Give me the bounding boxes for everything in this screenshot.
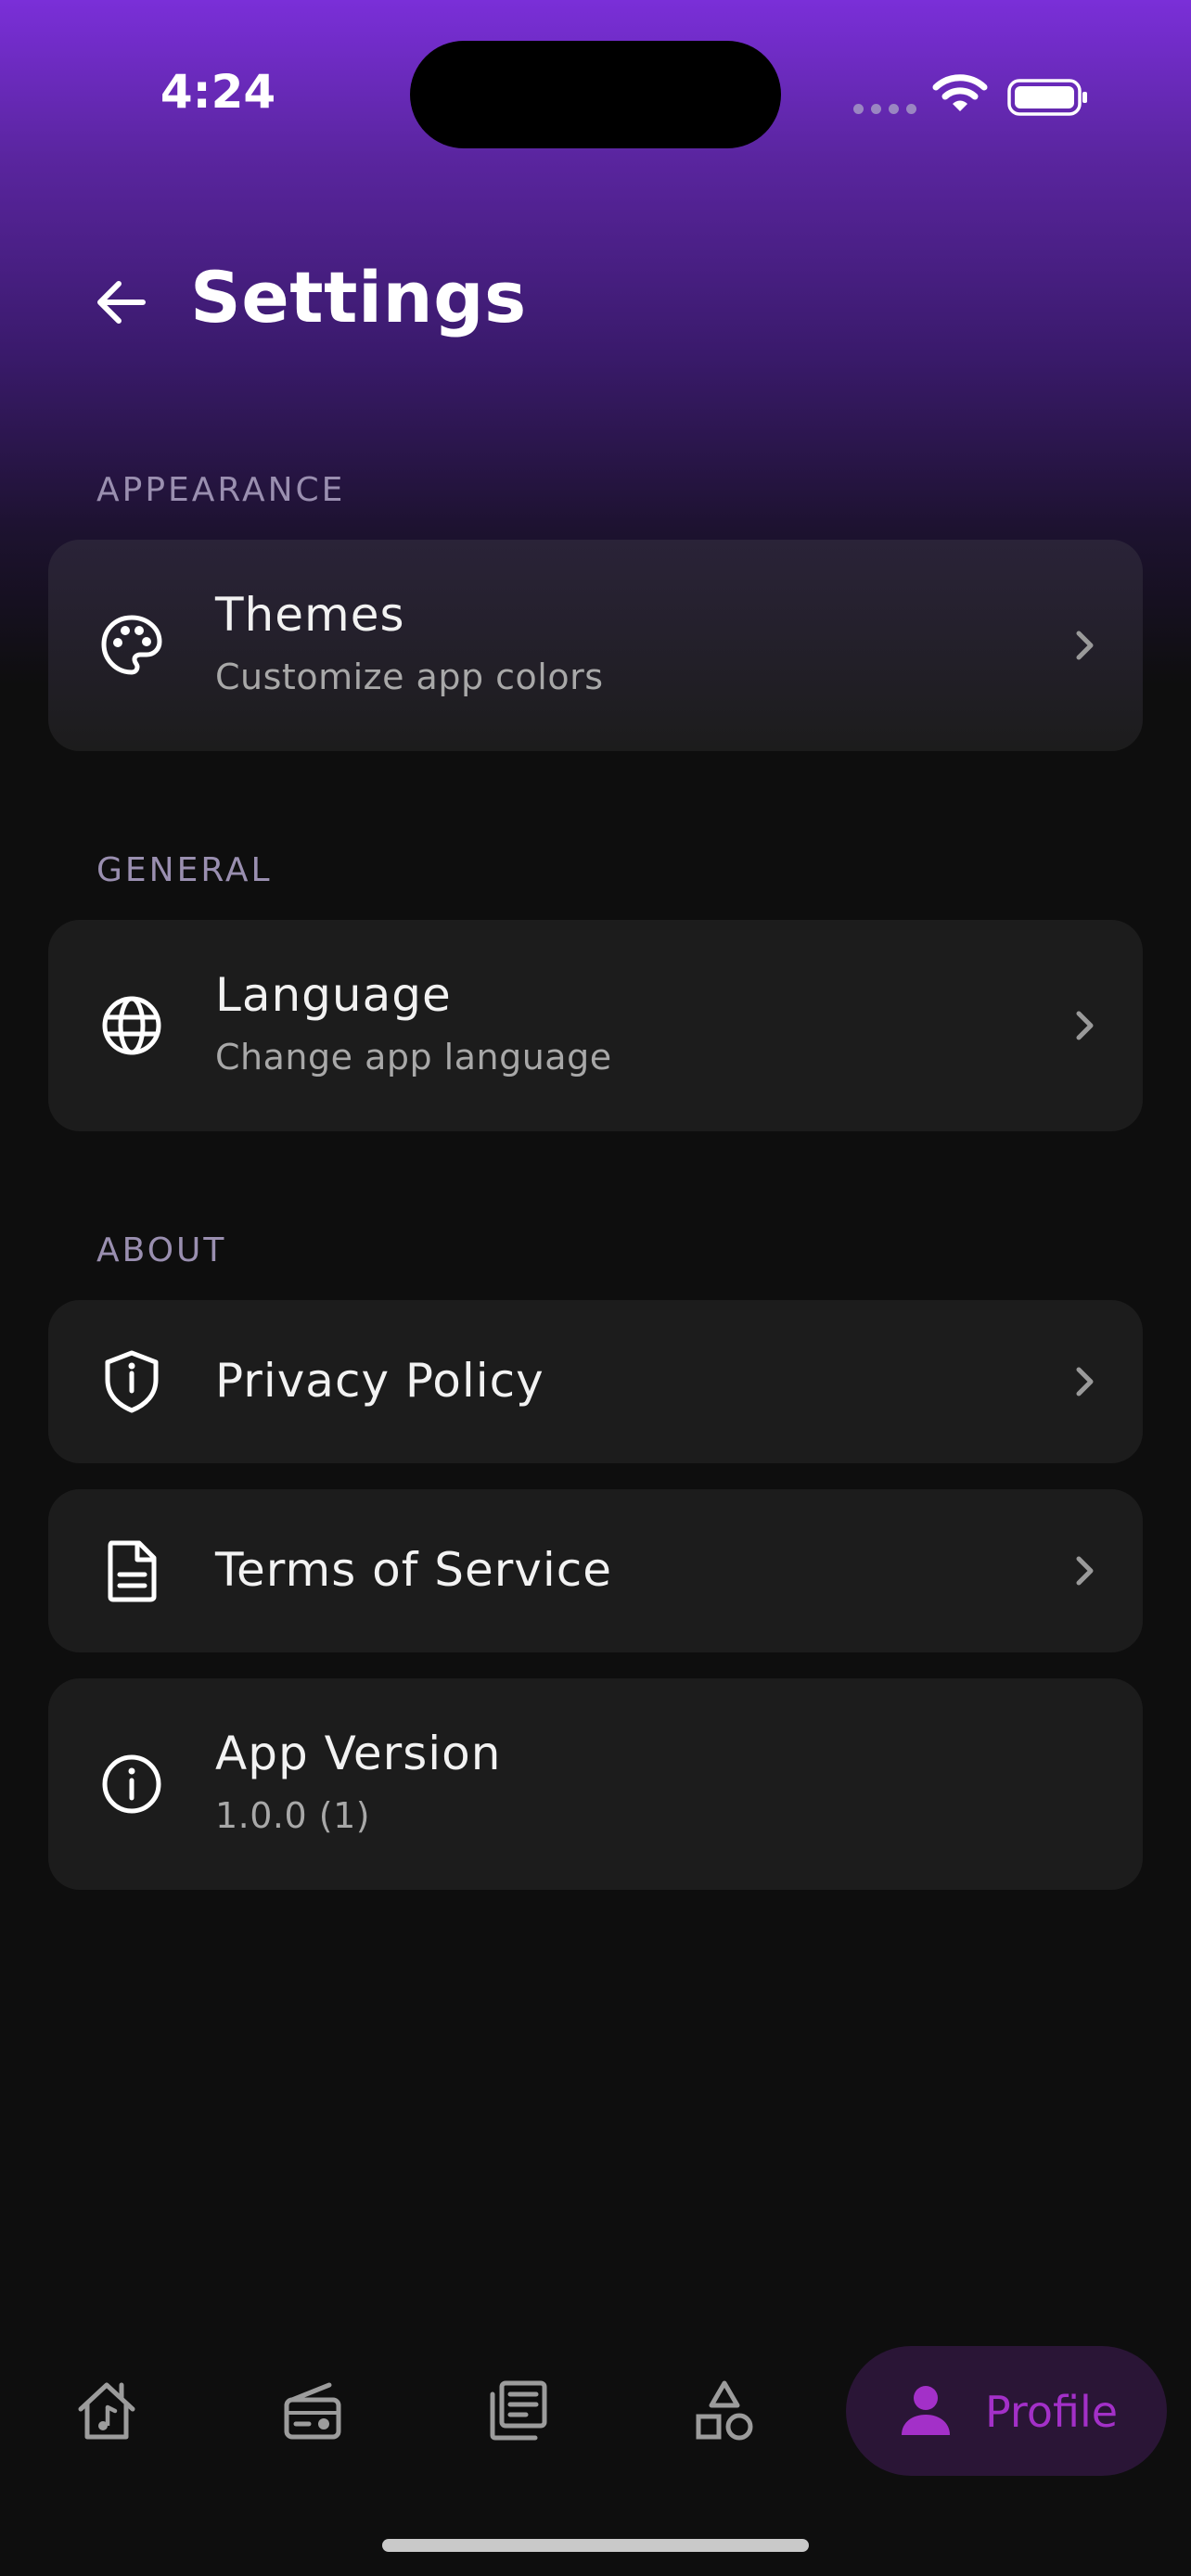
news-icon xyxy=(490,2380,547,2441)
shield-icon xyxy=(105,1350,159,1413)
battery-icon xyxy=(1007,79,1087,116)
chevron-right-icon xyxy=(1076,631,1094,660)
themes-title: Themes xyxy=(215,588,405,642)
info-icon xyxy=(102,1754,161,1814)
bottom-navigation: Profile xyxy=(0,2337,1191,2485)
settings-item-app-version: App Version 1.0.0 (1) xyxy=(48,1678,1143,1890)
wifi-icon xyxy=(932,74,988,111)
nav-radio[interactable] xyxy=(243,2337,382,2485)
back-arrow-icon[interactable] xyxy=(83,265,158,339)
shapes-icon xyxy=(696,2380,753,2441)
nav-profile-label: Profile xyxy=(985,2387,1119,2437)
themes-subtitle: Customize app colors xyxy=(215,657,604,697)
section-label-appearance: APPEARANCE xyxy=(96,471,346,509)
radio-icon xyxy=(284,2382,341,2440)
section-label-general: GENERAL xyxy=(96,851,273,889)
nav-explore[interactable] xyxy=(655,2337,794,2485)
header: Settings xyxy=(0,250,1191,362)
nav-home[interactable] xyxy=(37,2337,176,2485)
nav-news[interactable] xyxy=(449,2337,588,2485)
document-icon xyxy=(108,1540,157,1602)
section-label-about: ABOUT xyxy=(96,1231,227,1269)
settings-item-terms-of-service[interactable]: Terms of Service xyxy=(48,1489,1143,1652)
settings-item-privacy-policy[interactable]: Privacy Policy xyxy=(48,1300,1143,1463)
privacy-policy-title: Privacy Policy xyxy=(215,1354,544,1408)
app-version-value: 1.0.0 (1) xyxy=(215,1795,371,1836)
settings-item-themes[interactable]: Themes Customize app colors xyxy=(48,540,1143,751)
chevron-right-icon xyxy=(1076,1011,1094,1040)
status-bar: 4:24 xyxy=(0,0,1191,185)
cellular-signal-icon xyxy=(853,104,916,114)
dynamic-island xyxy=(410,41,781,148)
status-time: 4:24 xyxy=(160,65,276,119)
terms-of-service-title: Terms of Service xyxy=(215,1543,613,1597)
language-subtitle: Change app language xyxy=(215,1037,612,1078)
nav-profile[interactable]: Profile xyxy=(846,2346,1167,2476)
person-icon xyxy=(902,2386,950,2435)
palette-icon xyxy=(101,615,162,675)
settings-item-language[interactable]: Language Change app language xyxy=(48,920,1143,1131)
home-indicator xyxy=(382,2539,809,2552)
language-title: Language xyxy=(215,968,452,1022)
globe-icon xyxy=(102,996,161,1055)
chevron-right-icon xyxy=(1076,1367,1094,1396)
music-home-icon xyxy=(78,2382,135,2440)
chevron-right-icon xyxy=(1076,1556,1094,1586)
app-version-title: App Version xyxy=(215,1727,502,1780)
page-title: Settings xyxy=(190,256,527,338)
